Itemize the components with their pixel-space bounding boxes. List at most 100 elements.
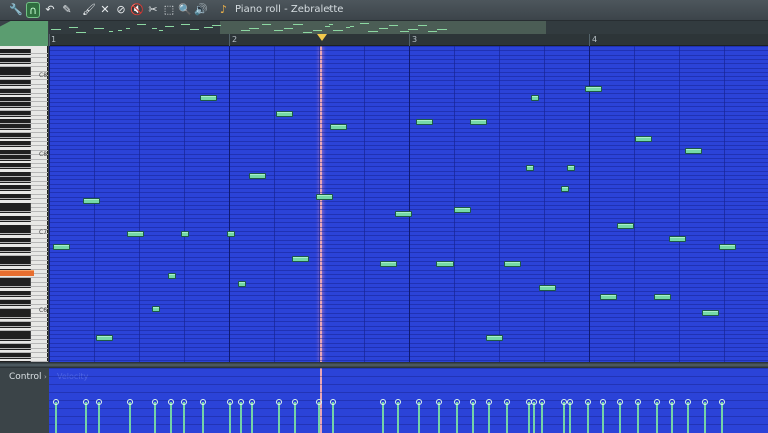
velocity-handle[interactable] bbox=[503, 399, 510, 405]
velocity-handle[interactable] bbox=[292, 399, 298, 405]
velocity-bar[interactable] bbox=[532, 402, 535, 433]
midi-note[interactable] bbox=[127, 231, 145, 238]
velocity-bar[interactable] bbox=[505, 402, 508, 433]
velocity-bar[interactable] bbox=[488, 402, 491, 433]
midi-note[interactable] bbox=[82, 198, 100, 205]
midi-note[interactable] bbox=[167, 272, 176, 279]
velocity-bar[interactable] bbox=[294, 402, 296, 433]
velocity-bar[interactable] bbox=[98, 402, 101, 433]
paintbrush-icon[interactable]: 🖌 bbox=[82, 2, 96, 18]
black-key[interactable] bbox=[0, 132, 31, 139]
velocity-bar[interactable] bbox=[655, 402, 658, 433]
black-key[interactable] bbox=[0, 194, 31, 201]
black-key[interactable] bbox=[0, 238, 31, 245]
black-key[interactable] bbox=[0, 229, 31, 236]
mute-icon[interactable]: 🔇 bbox=[130, 2, 144, 18]
velocity-bar[interactable] bbox=[562, 402, 565, 433]
velocity-bar[interactable] bbox=[586, 402, 589, 433]
midi-note[interactable] bbox=[634, 136, 652, 142]
velocity-handle[interactable] bbox=[227, 399, 234, 405]
midi-note[interactable] bbox=[668, 235, 686, 242]
midi-note[interactable] bbox=[653, 293, 671, 300]
black-key[interactable] bbox=[0, 110, 31, 117]
velocity-handle[interactable] bbox=[702, 399, 709, 405]
velocity-bar[interactable] bbox=[601, 402, 604, 433]
velocity-bar[interactable] bbox=[277, 402, 280, 433]
midi-note[interactable] bbox=[96, 335, 114, 342]
pencil-icon[interactable]: ✎ bbox=[60, 2, 74, 18]
velocity-bar[interactable] bbox=[202, 402, 205, 433]
control-label[interactable]: Control bbox=[9, 372, 42, 382]
black-key[interactable] bbox=[0, 163, 31, 170]
midi-note[interactable] bbox=[530, 94, 539, 101]
velocity-handle[interactable] bbox=[454, 399, 460, 405]
midi-note[interactable] bbox=[486, 335, 504, 342]
velocity-bar[interactable] bbox=[472, 402, 475, 433]
velocity-handle[interactable] bbox=[167, 399, 174, 405]
velocity-lane[interactable]: Velocity bbox=[49, 368, 768, 433]
zoom-icon[interactable]: 🔍 bbox=[178, 2, 192, 18]
midi-note[interactable] bbox=[567, 165, 576, 172]
velocity-bar[interactable] bbox=[720, 402, 723, 433]
velocity-bar[interactable] bbox=[240, 402, 242, 433]
black-key[interactable] bbox=[0, 313, 31, 319]
velocity-bar[interactable] bbox=[670, 402, 673, 433]
black-key[interactable] bbox=[0, 321, 31, 328]
velocity-bar[interactable] bbox=[381, 402, 384, 433]
black-key[interactable] bbox=[0, 154, 31, 161]
velocity-bar[interactable] bbox=[84, 402, 87, 433]
midi-note[interactable] bbox=[503, 260, 522, 267]
black-key[interactable] bbox=[0, 123, 31, 130]
velocity-bar[interactable] bbox=[418, 402, 421, 433]
midi-note[interactable] bbox=[181, 231, 190, 238]
velocity-handle[interactable] bbox=[539, 399, 546, 405]
midi-note[interactable] bbox=[329, 123, 347, 130]
velocity-handle[interactable] bbox=[560, 399, 567, 405]
black-key[interactable] bbox=[0, 88, 31, 95]
black-key[interactable] bbox=[0, 335, 31, 341]
midi-note[interactable] bbox=[238, 281, 246, 288]
magnet-icon[interactable]: ∩ bbox=[26, 2, 40, 18]
velocity-handle[interactable] bbox=[530, 399, 537, 405]
velocity-bar[interactable] bbox=[153, 402, 156, 433]
midi-note[interactable] bbox=[539, 285, 557, 292]
black-key[interactable] bbox=[0, 49, 31, 55]
midi-note[interactable] bbox=[436, 260, 454, 267]
title-menu-arrow[interactable]: › bbox=[328, 4, 332, 14]
black-key[interactable] bbox=[0, 291, 31, 297]
midi-note[interactable] bbox=[470, 119, 488, 126]
highlighted-key[interactable] bbox=[0, 270, 34, 276]
wrench-icon[interactable]: 🔧 bbox=[9, 2, 23, 18]
midi-note[interactable] bbox=[151, 306, 160, 313]
black-key[interactable] bbox=[0, 176, 31, 183]
velocity-handle[interactable] bbox=[127, 399, 134, 405]
midi-note[interactable] bbox=[227, 231, 236, 238]
velocity-handle[interactable] bbox=[151, 399, 158, 405]
midi-note[interactable] bbox=[275, 111, 293, 118]
song-overview-strip[interactable] bbox=[49, 21, 768, 34]
velocity-handle[interactable] bbox=[668, 399, 675, 405]
velocity-bar[interactable] bbox=[541, 402, 544, 433]
volume-icon[interactable]: 🔊 bbox=[194, 2, 208, 18]
velocity-handle[interactable] bbox=[584, 399, 591, 405]
midi-note[interactable] bbox=[248, 173, 266, 180]
black-key[interactable] bbox=[0, 247, 31, 253]
velocity-bar[interactable] bbox=[183, 402, 186, 433]
midi-note[interactable] bbox=[416, 119, 434, 126]
piano-keyboard[interactable]: C8 C8 C7 C6 bbox=[0, 46, 48, 368]
black-key[interactable] bbox=[0, 71, 31, 77]
erase-icon[interactable]: ✕ bbox=[98, 2, 112, 18]
velocity-handle[interactable] bbox=[96, 399, 103, 405]
black-key[interactable] bbox=[0, 260, 31, 267]
velocity-bar[interactable] bbox=[456, 402, 458, 433]
midi-note[interactable] bbox=[584, 86, 603, 93]
black-key[interactable] bbox=[0, 216, 31, 223]
velocity-bar[interactable] bbox=[636, 402, 639, 433]
velocity-handle[interactable] bbox=[248, 399, 255, 405]
black-key[interactable] bbox=[0, 79, 31, 86]
black-key[interactable] bbox=[0, 282, 31, 289]
midi-note[interactable] bbox=[379, 260, 397, 267]
velocity-handle[interactable] bbox=[53, 399, 60, 405]
velocity-handle[interactable] bbox=[238, 399, 244, 405]
velocity-bar[interactable] bbox=[318, 402, 321, 433]
